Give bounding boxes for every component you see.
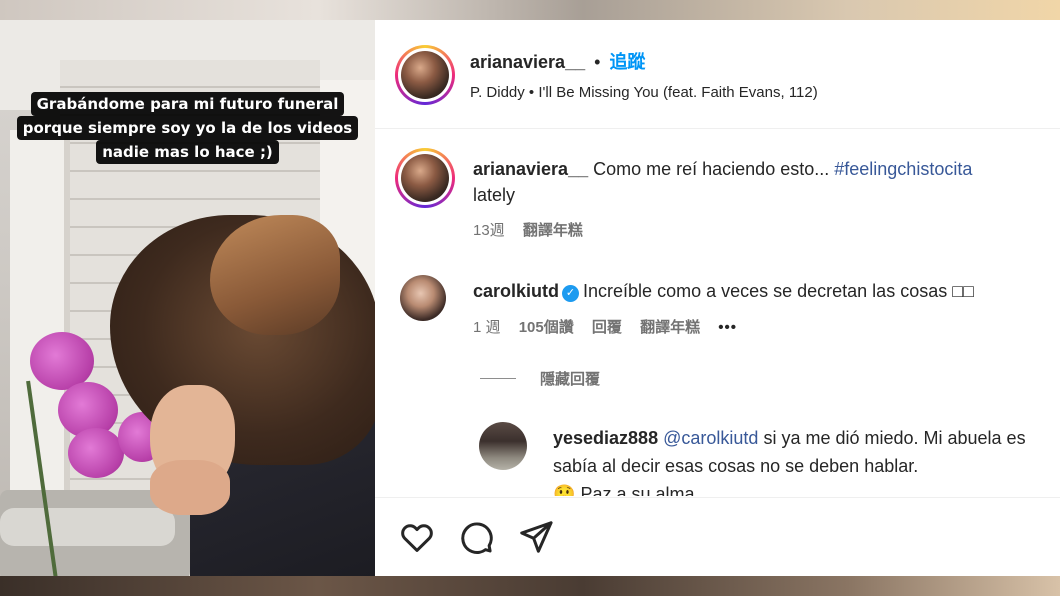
header-user-line: arianaviera__ • 追蹤 [470, 50, 645, 74]
video-caption: Grabándome para mi futuro funeral porque… [0, 92, 375, 164]
comment-icon[interactable] [457, 518, 495, 556]
reply-text-cont: Paz a su alma [580, 484, 695, 496]
share-icon[interactable] [517, 518, 555, 556]
video-cushion [0, 508, 175, 546]
comment-username[interactable]: carolkiutd [473, 281, 559, 301]
emoji-placeholder: □□ [952, 281, 974, 301]
author-avatar[interactable] [395, 45, 455, 105]
post-header: arianaviera__ • 追蹤 P. Diddy • I'll Be Mi… [375, 20, 1060, 129]
verified-badge-icon: ✓ [562, 285, 580, 302]
caption-line: nadie mas lo hace ;) [96, 140, 279, 164]
comment-text: Increíble como a veces se decretan las c… [583, 281, 948, 301]
mention-link[interactable]: @carolkiutd [663, 428, 758, 448]
reply-avatar[interactable] [479, 422, 527, 470]
reply-username[interactable]: yesediaz888 [553, 428, 658, 448]
post-panel: arianaviera__ • 追蹤 P. Diddy • I'll Be Mi… [375, 20, 1060, 576]
comment-likes[interactable]: 105個讚 [519, 319, 574, 336]
comment-meta: 13週 翻譯年糕 [473, 219, 597, 240]
reel-video[interactable]: Grabándome para mi futuro funeral porque… [0, 20, 375, 576]
comment-time[interactable]: 13週 [473, 222, 505, 239]
reply-comment: yesediaz888 @carolkiutd si ya me dió mie… [553, 424, 1058, 496]
commenter-avatar[interactable] [395, 148, 455, 208]
orchid-flower [68, 428, 124, 478]
reply-button[interactable]: 回覆 [592, 319, 622, 336]
separator-dot: • [594, 52, 601, 72]
follow-button[interactable]: 追蹤 [609, 52, 645, 72]
caption-line: Grabándome para mi futuro funeral [30, 92, 345, 116]
caption-line: porque siempre soy yo la de los videos [16, 116, 359, 140]
hide-replies-label: 隱藏回覆 [540, 371, 601, 388]
comment-text: Como me reí haciendo esto... [593, 159, 830, 179]
comment: carolkiutd ✓ Increíble como a veces se dec… [473, 278, 974, 304]
comment-text-cont: lately [473, 185, 516, 205]
person-hand [150, 460, 230, 515]
astonished-emoji: 😲 [553, 484, 576, 496]
background-blur-top [0, 0, 1060, 20]
hide-replies-button[interactable]: 隱藏回覆 [480, 368, 600, 389]
comments-list[interactable]: arianaviera__ Como me reí haciendo esto.… [375, 130, 1060, 498]
comment-time[interactable]: 1 週 [473, 319, 501, 336]
translate-button[interactable]: 翻譯年糕 [640, 319, 700, 336]
action-bar [375, 497, 1060, 576]
heart-icon[interactable] [398, 518, 436, 556]
author-username[interactable]: arianaviera__ [470, 52, 585, 72]
music-label[interactable]: P. Diddy • I'll Be Missing You (feat. Fa… [470, 84, 818, 101]
comment-username[interactable]: arianaviera__ [473, 159, 588, 179]
more-options-icon[interactable]: ••• [718, 319, 737, 336]
commenter-avatar[interactable] [400, 275, 446, 321]
caption-comment: arianaviera__ Como me reí haciendo esto.… [473, 156, 1053, 208]
translate-button[interactable]: 翻譯年糕 [523, 222, 583, 239]
hashtag-link[interactable]: #feelingchistocita [834, 159, 972, 179]
comment-meta: 1 週 105個讚 回覆 翻譯年糕 ••• [473, 316, 737, 337]
background-blur-bottom [0, 576, 1060, 596]
divider-line [480, 378, 516, 379]
